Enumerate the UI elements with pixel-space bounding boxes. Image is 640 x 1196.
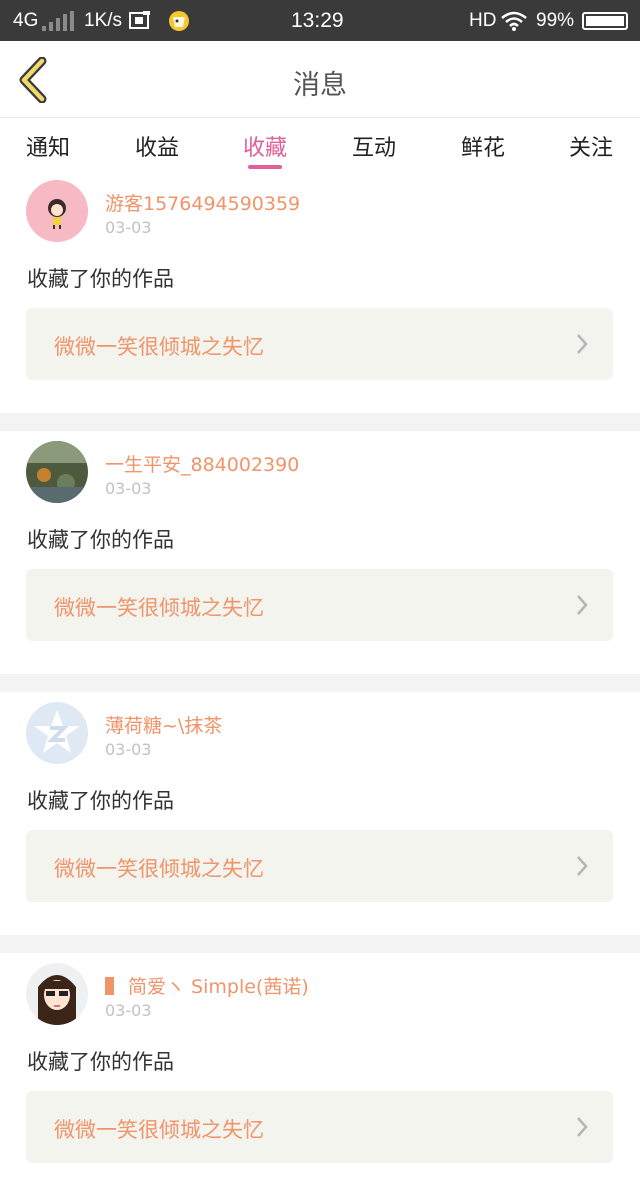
message-date: 03-03 <box>105 740 152 759</box>
avatar[interactable] <box>26 180 88 242</box>
tab-flowers[interactable]: 鲜花 <box>443 130 523 162</box>
action-text: 收藏了你的作品 <box>27 1050 174 1074</box>
work-link[interactable]: 微微一笑很倾城之失忆 <box>26 569 613 641</box>
message-list: 游客1576494590359 03-03 收藏了你的作品 微微一笑很倾城之失忆… <box>0 170 640 1196</box>
message-card: 游客1576494590359 03-03 收藏了你的作品 微微一笑很倾城之失忆 <box>0 170 640 413</box>
page-title: 消息 <box>293 70 347 101</box>
landscape-avatar-icon <box>26 441 88 503</box>
tab-bar: 通知 收益 收藏 互动 鲜花 关注 <box>0 118 640 170</box>
doll-girl-avatar-icon <box>26 963 88 1025</box>
message-date: 03-03 <box>105 218 152 237</box>
active-tab-indicator <box>248 165 282 169</box>
avatar[interactable] <box>26 702 88 764</box>
message-card: 一生平安_884002390 03-03 收藏了你的作品 微微一笑很倾城之失忆 <box>0 431 640 674</box>
message-date: 03-03 <box>105 1001 152 1020</box>
cartoon-girl-avatar-icon <box>26 180 88 242</box>
app-notification-icon <box>169 11 189 31</box>
chevron-right-icon <box>577 334 588 354</box>
action-text: 收藏了你的作品 <box>27 528 174 552</box>
work-title: 微微一笑很倾城之失忆 <box>54 335 264 359</box>
avatar[interactable] <box>26 441 88 503</box>
chevron-right-icon <box>577 856 588 876</box>
message-date: 03-03 <box>105 479 152 498</box>
signal-icon <box>42 11 76 31</box>
tab-follows[interactable]: 关注 <box>551 130 631 162</box>
work-link[interactable]: 微微一笑很倾城之失忆 <box>26 830 613 902</box>
message-card: 薄荷糖~\抹茶 03-03 收藏了你的作品 微微一笑很倾城之失忆 <box>0 692 640 935</box>
member-badge-icon <box>105 977 114 995</box>
nav-bar: 消息 <box>0 41 640 118</box>
action-text: 收藏了你的作品 <box>27 267 174 291</box>
wifi-icon <box>501 11 527 31</box>
network-speed: 1K/s <box>84 10 123 31</box>
divider <box>0 935 640 953</box>
default-star-avatar-icon <box>26 702 88 764</box>
work-link[interactable]: 微微一笑很倾城之失忆 <box>26 308 613 380</box>
status-bar: 4G 1K/s 13:29 HD 99% <box>0 0 640 41</box>
avatar[interactable] <box>26 963 88 1025</box>
username[interactable]: 一生平安_884002390 <box>105 450 299 477</box>
work-link[interactable]: 微微一笑很倾城之失忆 <box>26 1091 613 1163</box>
work-title: 微微一笑很倾城之失忆 <box>54 596 264 620</box>
tab-notifications[interactable]: 通知 <box>8 130 88 162</box>
username[interactable]: 简爱ヽ Simple(茜诺) <box>105 972 309 999</box>
network-type: 4G <box>13 10 39 31</box>
chevron-right-icon <box>577 595 588 615</box>
username[interactable]: 薄荷糖~\抹茶 <box>105 711 222 738</box>
battery-icon <box>582 12 628 30</box>
username-text: 简爱ヽ Simple(茜诺) <box>128 976 309 998</box>
clock: 13:29 <box>291 9 344 32</box>
work-title: 微微一笑很倾城之失忆 <box>54 1118 264 1142</box>
work-title: 微微一笑很倾城之失忆 <box>54 857 264 881</box>
message-card: 简爱ヽ Simple(茜诺) 03-03 收藏了你的作品 微微一笑很倾城之失忆 <box>0 953 640 1196</box>
divider <box>0 413 640 431</box>
divider <box>0 674 640 692</box>
tab-earnings[interactable]: 收益 <box>117 130 197 162</box>
username[interactable]: 游客1576494590359 <box>105 189 300 216</box>
screenshot-icon <box>129 11 150 29</box>
tab-favorites[interactable]: 收藏 <box>225 130 305 162</box>
tab-interactions[interactable]: 互动 <box>334 130 414 162</box>
hd-indicator: HD <box>469 10 497 31</box>
chevron-right-icon <box>577 1117 588 1137</box>
battery-percent: 99% <box>536 10 575 31</box>
action-text: 收藏了你的作品 <box>27 789 174 813</box>
